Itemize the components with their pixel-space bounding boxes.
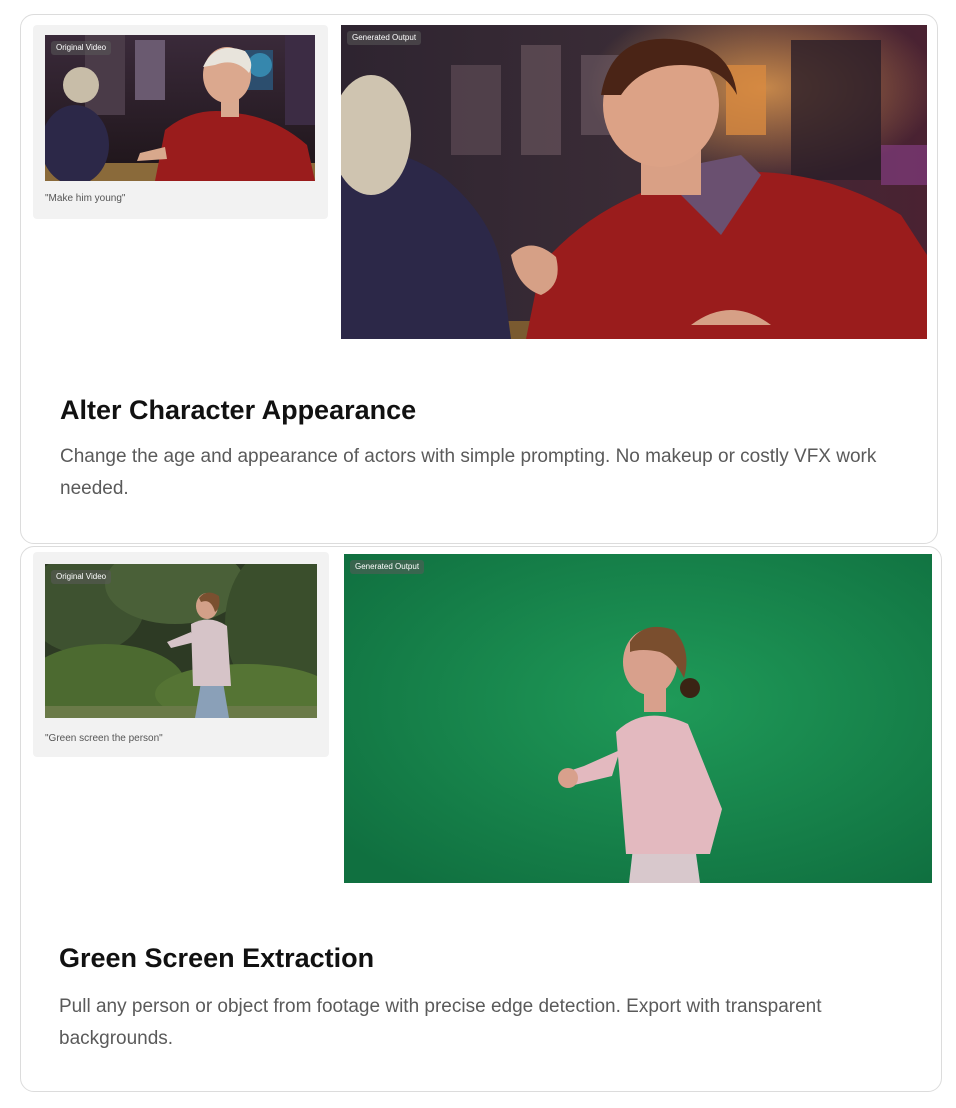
prompt-text: "Green screen the person" [45, 733, 163, 744]
feature-title: Alter Character Appearance [60, 395, 417, 425]
feature-card-alter-appearance: Original Video "Make him young" Generate… [20, 14, 938, 544]
original-video-badge: Original Video [51, 41, 112, 55]
original-video-panel: Original Video "Make him young" [33, 25, 328, 219]
generated-output-image [341, 25, 927, 339]
generated-output-video[interactable]: Generated Output [344, 554, 932, 883]
feature-description: Change the age and appearance of actors … [60, 446, 877, 499]
feature-description: Pull any person or object from footage w… [59, 996, 822, 1049]
generated-output-badge: Generated Output [347, 31, 422, 45]
original-video-thumbnail[interactable]: Original Video [45, 35, 315, 181]
feature-card-green-screen: Original Video "Green screen the person"… [20, 546, 942, 1092]
prompt-text: "Make him young" [45, 193, 126, 204]
original-video-panel: Original Video "Green screen the person" [33, 552, 329, 757]
original-video-thumbnail[interactable]: Original Video [45, 564, 317, 718]
generated-output-badge: Generated Output [350, 560, 425, 574]
generated-output-video[interactable]: Generated Output [341, 25, 927, 339]
feature-title: Green Screen Extraction [59, 943, 375, 973]
original-video-badge: Original Video [51, 570, 112, 584]
generated-output-image [344, 554, 932, 883]
original-video-image [45, 564, 317, 718]
original-video-image [45, 35, 315, 181]
